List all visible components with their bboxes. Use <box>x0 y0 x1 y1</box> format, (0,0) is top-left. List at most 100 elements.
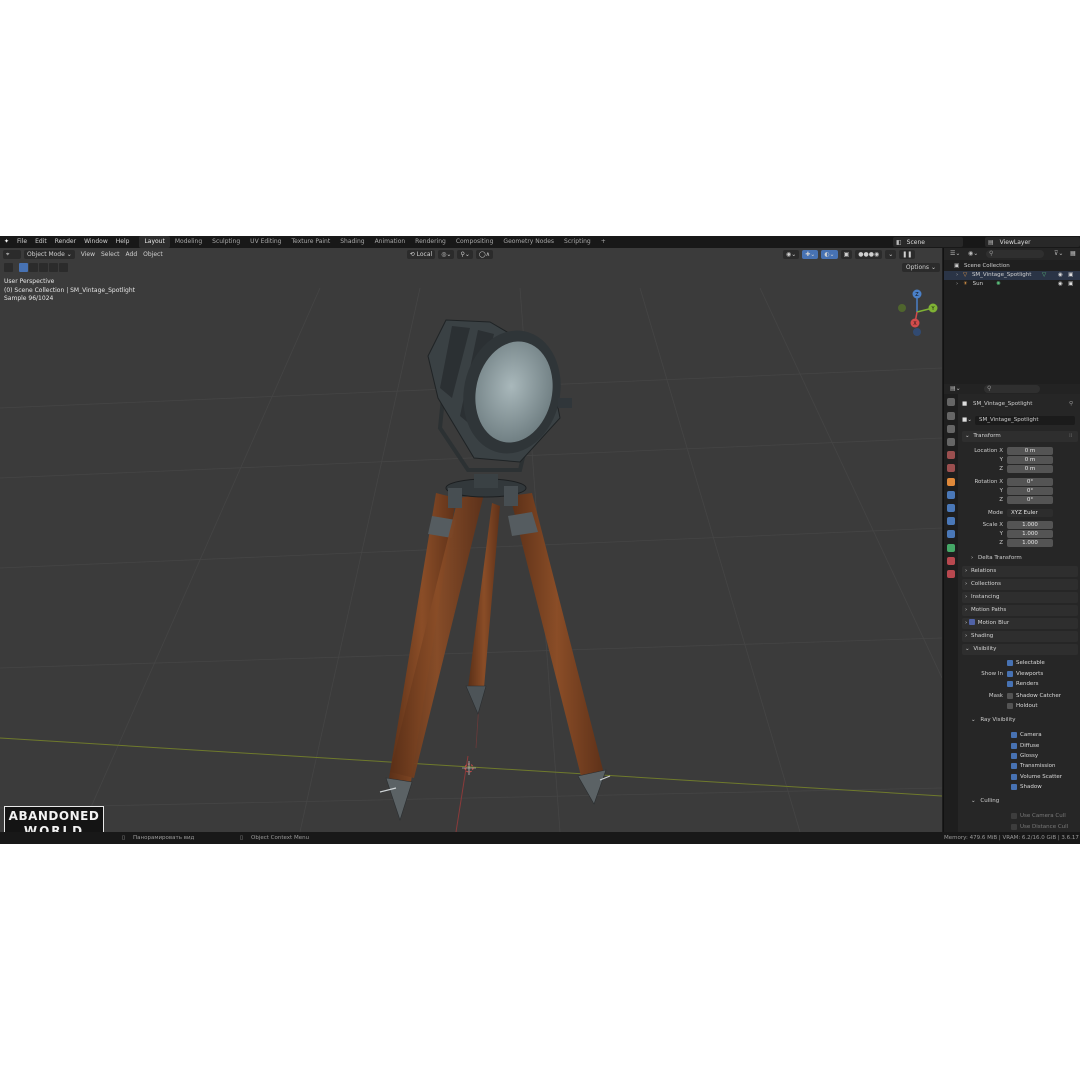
shadow-ray-checkbox[interactable] <box>1011 784 1017 790</box>
transform-section-header[interactable]: ⌄ Transform ⁞⁞ <box>962 431 1078 442</box>
viewport-canvas[interactable] <box>0 248 942 832</box>
navigation-gizmo[interactable]: Z Y X <box>895 288 942 338</box>
object-type-dropdown[interactable]: ■⌄ <box>962 417 972 423</box>
pause-render-icon[interactable]: ❚❚ <box>899 250 916 259</box>
options-dropdown[interactable]: Options ⌄ <box>901 263 940 272</box>
rotation-y-field[interactable]: 0° <box>1007 487 1053 495</box>
blender-logo-icon[interactable]: ✦ <box>0 236 13 248</box>
menu-view[interactable]: View <box>81 251 95 258</box>
glossy-ray-checkbox[interactable] <box>1011 753 1017 759</box>
culling-subpanel[interactable]: ⌄ Culling <box>959 797 1080 806</box>
motion-blur-section-header[interactable]: › Motion Blur <box>962 618 1078 629</box>
menu-object[interactable]: Object <box>143 251 163 258</box>
diffuse-ray-checkbox[interactable] <box>1011 743 1017 749</box>
view-layer-tab-icon[interactable] <box>947 438 955 446</box>
shading-mode-icons[interactable]: ●●●◉ <box>855 250 883 259</box>
filter-icon[interactable]: ⊽⌄ <box>1054 250 1063 257</box>
distance-cull-checkbox[interactable] <box>1011 824 1017 830</box>
render-camera-icon[interactable]: ▣ <box>1068 280 1073 289</box>
texture-tab-icon[interactable] <box>947 570 955 578</box>
viewports-checkbox[interactable] <box>1007 671 1013 677</box>
scale-y-field[interactable]: 1.000 <box>1007 530 1053 538</box>
scene-selector[interactable]: ◧ Scene <box>893 237 963 247</box>
tab-geometry-nodes[interactable]: Geometry Nodes <box>498 236 559 248</box>
select-invert-icon[interactable] <box>49 263 58 272</box>
view-layer-selector[interactable]: ▤ ViewLayer <box>985 237 1080 247</box>
shading-dropdown-icon[interactable]: ⌄ <box>885 250 897 259</box>
select-extend-icon[interactable] <box>29 263 38 272</box>
select-intersect-icon[interactable] <box>59 263 68 272</box>
physics-tab-icon[interactable] <box>947 517 955 525</box>
gizmo-toggle-icon[interactable]: ✚⌄ <box>802 250 819 259</box>
tab-sculpting[interactable]: Sculpting <box>207 236 245 248</box>
camera-cull-checkbox[interactable] <box>1011 813 1017 819</box>
select-new-icon[interactable] <box>19 263 28 272</box>
new-collection-icon[interactable]: ▦ <box>1070 250 1076 257</box>
pin-icon[interactable]: ⚲ <box>1069 400 1073 409</box>
delta-transform-subpanel[interactable]: › Delta Transform <box>959 554 1080 563</box>
visibility-icon[interactable]: ◉⌄ <box>782 250 800 259</box>
shading-section-header[interactable]: › Shading <box>962 631 1078 642</box>
renders-checkbox[interactable] <box>1007 681 1013 687</box>
location-y-field[interactable]: 0 m <box>1007 456 1053 464</box>
proportional-edit-icon[interactable]: ◯∧ <box>475 250 493 259</box>
display-mode-icon[interactable]: ◉⌄ <box>968 250 978 257</box>
constraints-tab-icon[interactable] <box>947 530 955 538</box>
tab-scripting[interactable]: Scripting <box>559 236 596 248</box>
rotation-x-field[interactable]: 0° <box>1007 478 1053 486</box>
render-camera-icon[interactable]: ▣ <box>1068 271 1073 280</box>
outliner-search-input[interactable]: ⚲ <box>986 250 1044 258</box>
editor-type-icon[interactable]: ⌖ <box>3 250 21 259</box>
menu-edit[interactable]: Edit <box>31 236 51 248</box>
tab-layout[interactable]: Layout <box>139 236 170 248</box>
transmission-ray-checkbox[interactable] <box>1011 763 1017 769</box>
menu-add[interactable]: Add <box>126 251 138 258</box>
outliner-editor-icon[interactable]: ☰⌄ <box>950 250 960 257</box>
tab-modeling[interactable]: Modeling <box>170 236 207 248</box>
menu-file[interactable]: File <box>13 236 31 248</box>
collections-section-header[interactable]: › Collections <box>962 579 1078 590</box>
ray-visibility-subpanel[interactable]: ⌄ Ray Visibility <box>959 716 1080 725</box>
properties-editor-icon[interactable]: ▤⌄ <box>950 385 961 392</box>
tool-tab-icon[interactable] <box>947 398 955 406</box>
output-tab-icon[interactable] <box>947 425 955 433</box>
tab-animation[interactable]: Animation <box>370 236 411 248</box>
overlay-toggle-icon[interactable]: ◐⌄ <box>821 250 838 259</box>
mode-dropdown[interactable]: Object Mode ⌄ <box>24 250 75 259</box>
volume-scatter-ray-checkbox[interactable] <box>1011 774 1017 780</box>
outliner-row-spotlight[interactable]: › ▽ SM_Vintage_Spotlight ▽ ◉ ▣ <box>944 271 1080 280</box>
instancing-section-header[interactable]: › Instancing <box>962 592 1078 603</box>
menu-help[interactable]: Help <box>112 236 134 248</box>
outliner-row-sun[interactable]: › ☀ Sun ✺ ◉ ▣ <box>944 280 1080 289</box>
location-x-field[interactable]: 0 m <box>1007 447 1053 455</box>
tab-compositing[interactable]: Compositing <box>451 236 499 248</box>
drag-handle-icon[interactable]: ⁞⁞ <box>1069 431 1073 442</box>
material-tab-icon[interactable] <box>947 557 955 565</box>
holdout-checkbox[interactable] <box>1007 703 1013 709</box>
motion-paths-section-header[interactable]: › Motion Paths <box>962 605 1078 616</box>
render-tab-icon[interactable] <box>947 412 955 420</box>
properties-search-input[interactable]: ⚲ <box>984 385 1040 393</box>
selectable-checkbox[interactable] <box>1007 660 1013 666</box>
scale-x-field[interactable]: 1.000 <box>1007 521 1053 529</box>
rotation-mode-dropdown[interactable]: XYZ Euler <box>1007 509 1053 517</box>
rotation-z-field[interactable]: 0° <box>1007 496 1053 504</box>
tab-texture-paint[interactable]: Texture Paint <box>286 236 335 248</box>
scale-z-field[interactable]: 1.000 <box>1007 539 1053 547</box>
snap-icon[interactable]: ⚲⌄ <box>457 250 473 259</box>
outliner-row-scene-collection[interactable]: ▣ Scene Collection <box>944 262 1080 271</box>
particles-tab-icon[interactable] <box>947 504 955 512</box>
visibility-eye-icon[interactable]: ◉ <box>1058 271 1063 280</box>
world-tab-icon[interactable] <box>947 464 955 472</box>
3d-viewport[interactable]: ⌖ Object Mode ⌄ View Select Add Object ⟲… <box>0 248 942 832</box>
camera-ray-checkbox[interactable] <box>1011 732 1017 738</box>
visibility-section-header[interactable]: ⌄ Visibility <box>962 644 1078 655</box>
expand-arrow-icon[interactable]: › <box>956 281 958 287</box>
tab-shading[interactable]: Shading <box>335 236 369 248</box>
select-cursor-icon[interactable] <box>4 263 13 272</box>
expand-arrow-icon[interactable]: › <box>956 272 958 278</box>
data-tab-icon[interactable] <box>947 544 955 552</box>
modifier-tab-icon[interactable] <box>947 491 955 499</box>
select-subtract-icon[interactable] <box>39 263 48 272</box>
menu-window[interactable]: Window <box>80 236 112 248</box>
